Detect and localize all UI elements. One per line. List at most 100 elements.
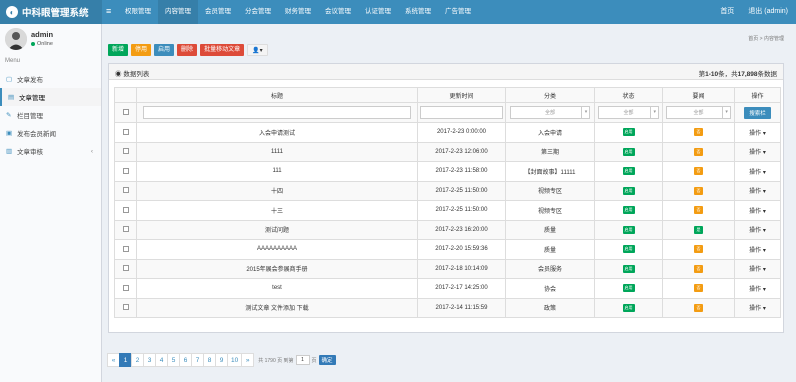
delete-button[interactable]: 删除 <box>177 44 198 56</box>
row-checkbox[interactable] <box>122 304 129 311</box>
row-checkbox[interactable] <box>122 206 129 213</box>
title-cell: 入会申请测试 <box>136 122 418 143</box>
table-row: 1111 2017-2-23 12:06:00 第三期 启用 否 操作 ▾ <box>114 141 781 162</box>
status-filter-select[interactable]: 全部 ▾ <box>597 106 660 119</box>
topnav-item[interactable]: 分会管理 <box>238 0 278 24</box>
row-select-cell <box>114 297 137 318</box>
news-cell: 否 <box>662 180 735 201</box>
stats-total: 17,898 <box>737 71 758 78</box>
row-checkbox[interactable] <box>122 128 129 135</box>
row-actions-dropdown[interactable]: 操作 ▾ <box>749 248 766 254</box>
user-dropdown-button[interactable]: 👤▾ <box>247 44 268 56</box>
row-checkbox[interactable] <box>122 226 129 233</box>
row-actions-dropdown[interactable]: 操作 ▾ <box>749 131 766 137</box>
row-actions-dropdown[interactable]: 操作 ▾ <box>749 150 766 156</box>
batch-move-button[interactable]: 批量移动文章 <box>200 44 245 56</box>
column-header-title[interactable]: 标题 <box>136 87 418 103</box>
logo-icon: ◐ <box>6 6 18 18</box>
category-cell: 质量 <box>505 239 595 260</box>
table-row: 测试文章 文件添加 下载 2017-2-14 11:15:59 政策 启用 否 操作 ▾ <box>114 297 781 318</box>
topnav-item[interactable]: 会议管理 <box>318 0 358 24</box>
add-button[interactable]: 新增 <box>108 44 129 56</box>
sidebar-item[interactable]: ✎ 栏目管理 <box>0 106 101 124</box>
row-checkbox[interactable] <box>122 265 129 272</box>
sidebar-item-label: 发布会员新闻 <box>17 131 56 138</box>
disable-button[interactable]: 停用 <box>131 44 152 56</box>
title-cell: 十四 <box>136 180 418 201</box>
pager-next[interactable]: » <box>241 353 255 367</box>
home-link[interactable]: 首页 <box>720 0 734 24</box>
breadcrumb-home[interactable]: 首页 <box>748 36 758 42</box>
sidebar-item-label: 栏目管理 <box>17 113 43 120</box>
topnav-item[interactable]: 会员管理 <box>198 0 238 24</box>
topnav-item[interactable]: 财务管理 <box>278 0 318 24</box>
category-filter-select[interactable]: 全部 ▾ <box>509 106 591 119</box>
user-panel: admin Online <box>5 28 100 54</box>
news-cell: 是 <box>662 219 735 240</box>
logout-link[interactable]: 退出 (admin) <box>748 0 788 24</box>
menu-toggle-icon[interactable]: ≡ <box>106 6 111 16</box>
topnav-item[interactable]: 系统管理 <box>398 0 438 24</box>
row-checkbox[interactable] <box>122 148 129 155</box>
sidebar-item[interactable]: ▥ 文章审核 ‹ <box>0 142 101 160</box>
row-actions-dropdown[interactable]: 操作 ▾ <box>749 287 766 293</box>
breadcrumb: 首页 > 内容管理 <box>748 35 784 42</box>
column-header-time[interactable]: 更新时间 <box>417 87 506 103</box>
search-button[interactable]: 搜索栏 <box>744 106 771 119</box>
pager-page-input[interactable]: 1 <box>295 355 310 365</box>
panel-title: ◉ 数据列表 <box>115 68 149 78</box>
sidebar-item-label: 文章审核 <box>17 149 43 156</box>
title-cell: 十三 <box>136 200 418 221</box>
toolbar: 新增 停用 启用 删除 批量移动文章 👤▾ <box>108 44 268 56</box>
row-actions-dropdown[interactable]: 操作 ▾ <box>749 209 766 215</box>
topnav-item[interactable]: 权限管理 <box>118 0 158 24</box>
row-checkbox[interactable] <box>122 245 129 252</box>
select-all-checkbox[interactable] <box>122 109 129 116</box>
table-row: 十三 2017-2-25 11:50:00 视频专区 启用 否 操作 ▾ <box>114 200 781 221</box>
topnav-item[interactable]: 内容管理 <box>158 0 198 24</box>
row-actions-dropdown[interactable]: 操作 ▾ <box>749 228 766 234</box>
title-filter-input[interactable] <box>142 106 412 119</box>
articles-table: 标题 更新时间 分类 状态 要闻 操作 全部 ▾ 全部 ▾ 全部 ▾ 搜索栏 入会申请… <box>114 87 781 318</box>
row-checkbox[interactable] <box>122 187 129 194</box>
sidebar-item[interactable]: ▤ 文章管理 <box>0 88 101 106</box>
online-dot-icon <box>31 42 35 46</box>
row-select-cell <box>114 219 137 240</box>
news-cell: 否 <box>662 278 735 299</box>
sidebar-item[interactable]: ▣ 发布会员新闻 <box>0 124 101 142</box>
pager-go-button[interactable]: 确定 <box>318 355 336 365</box>
panel-header: ◉ 数据列表 第1-10条，共17,898条数据 <box>109 64 783 80</box>
topnav-item[interactable]: 认证管理 <box>358 0 398 24</box>
row-select-cell <box>114 258 137 279</box>
news-filter-select[interactable]: 全部 ▾ <box>665 106 732 119</box>
time-filter-input[interactable] <box>419 106 504 119</box>
column-header-news[interactable]: 要闻 <box>662 87 735 103</box>
topnav-item[interactable]: 广告管理 <box>438 0 478 24</box>
sidebar-item[interactable]: ▢ 文章发布 <box>0 70 101 88</box>
news-badge: 否 <box>694 303 703 312</box>
title-cell: AAAAAAAAAA <box>136 239 418 260</box>
avatar <box>5 28 27 50</box>
column-header-category[interactable]: 分类 <box>505 87 595 103</box>
user-name: admin <box>31 30 54 39</box>
time-cell: 2017-2-23 11:58:00 <box>417 161 506 182</box>
status-cell: 启用 <box>594 239 663 260</box>
column-header-status[interactable]: 状态 <box>594 87 663 103</box>
row-checkbox[interactable] <box>122 167 129 174</box>
row-checkbox[interactable] <box>122 284 129 291</box>
category-cell: 视频专区 <box>505 180 595 201</box>
pager-page[interactable]: 10 <box>227 353 243 367</box>
row-actions-dropdown[interactable]: 操作 ▾ <box>749 267 766 273</box>
status-badge: 启用 <box>622 303 635 312</box>
brand-logo[interactable]: ◐ 中科眼管理系统 <box>0 0 102 24</box>
enable-button[interactable]: 启用 <box>154 44 175 56</box>
row-actions-dropdown[interactable]: 操作 ▾ <box>749 189 766 195</box>
title-cell: 测试问题 <box>136 219 418 240</box>
row-actions-dropdown[interactable]: 操作 ▾ <box>749 306 766 312</box>
status-badge: 启用 <box>622 147 635 156</box>
row-actions-dropdown[interactable]: 操作 ▾ <box>749 170 766 176</box>
category-cell: 协会 <box>505 278 595 299</box>
news-cell: 否 <box>662 200 735 221</box>
actions-cell: 操作 ▾ <box>734 219 781 240</box>
time-cell: 2017-2-17 14:25:00 <box>417 278 506 299</box>
